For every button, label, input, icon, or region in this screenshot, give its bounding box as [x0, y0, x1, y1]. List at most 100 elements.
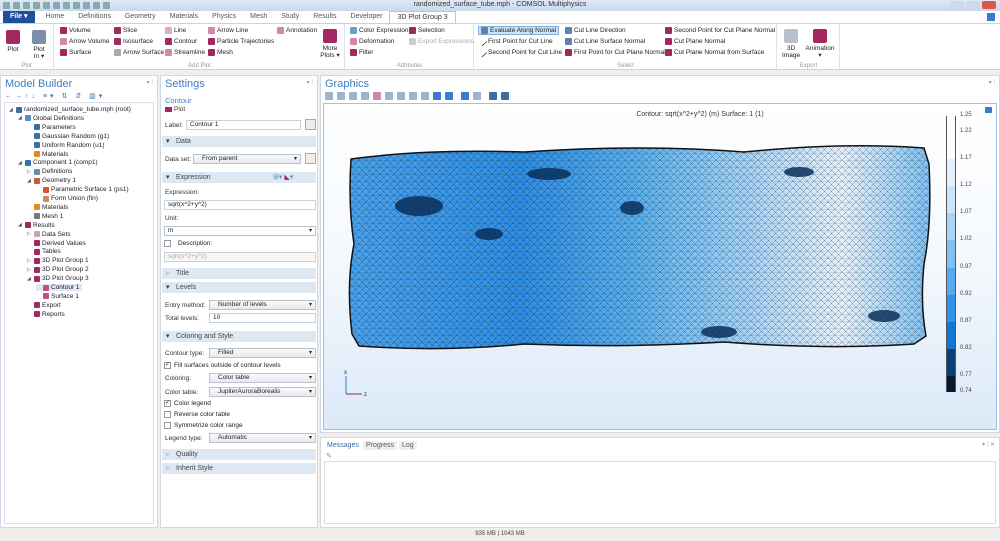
tab-home[interactable]: Home — [39, 11, 72, 23]
tree-node[interactable]: ◢ randomized_surface_tube.mph (root) — [9, 106, 131, 113]
graphics-canvas[interactable]: Contour: sqrt(x^2+y^2) (m) Surface: 1 (1… — [323, 103, 997, 430]
total-levels-input[interactable]: 10 — [209, 313, 316, 323]
legend-type-select[interactable]: Automatic — [209, 433, 316, 443]
camera-icon[interactable] — [489, 92, 497, 100]
animation-button[interactable]: Animation ▾ — [805, 29, 835, 59]
cut-plane-normal-button[interactable]: Cut Plane Normal — [665, 38, 725, 45]
first-point-cut-plane-normal-button[interactable]: First Point for Cut Plane Normal — [565, 49, 666, 56]
cut-line-surface-normal-button[interactable]: Cut Line Surface Normal — [565, 38, 645, 45]
contour-type-select[interactable]: Filled — [209, 348, 316, 358]
tree-node[interactable]: ◢ Results — [18, 222, 55, 229]
pin-icon[interactable]: ▾ ⁞ — [147, 79, 153, 86]
tab-mesh[interactable]: Mesh — [243, 11, 274, 23]
arrow-surface-button[interactable]: Arrow Surface — [114, 49, 164, 56]
entry-method-select[interactable]: Number of levels — [209, 300, 316, 310]
tree-toolbar[interactable]: ←→↑↓ ≡▾ ⇅ ⇵ ▥▾ — [5, 92, 105, 100]
tree-node[interactable]: Tables — [27, 248, 61, 255]
zoom-extents-icon[interactable] — [361, 92, 369, 100]
tree-node[interactable]: Gaussian Random (g1) — [27, 133, 109, 140]
tree-node[interactable]: Parametric Surface 1 (ps1) — [36, 186, 129, 193]
tab-materials[interactable]: Materials — [163, 11, 205, 23]
arrow-volume-button[interactable]: Arrow Volume — [60, 38, 109, 45]
pin-icon[interactable]: ▾ ⁞ ✕ — [982, 441, 995, 448]
tab-definitions[interactable]: Definitions — [71, 11, 118, 23]
tab-progress[interactable]: Progress — [363, 441, 398, 450]
unit-select[interactable]: m — [164, 226, 316, 236]
section-levels[interactable]: Levels — [162, 282, 316, 293]
view-xy-icon[interactable] — [385, 92, 393, 100]
tree-node[interactable]: Uniform Random (u1) — [27, 142, 105, 149]
volume-button[interactable]: Volume — [60, 27, 91, 34]
color-table-select[interactable]: JupiterAuroraBorealis — [209, 387, 316, 397]
tree-node[interactable]: Surface 1 — [36, 293, 79, 300]
tree-node[interactable]: Export — [27, 302, 61, 309]
coloring-select[interactable]: Color table — [209, 373, 316, 383]
particle-trajectories-button[interactable]: Particle Trajectories — [208, 38, 274, 45]
second-point-cut-plane-normal-button[interactable]: Second Point for Cut Plane Normal — [665, 27, 775, 34]
views-icon[interactable] — [373, 92, 381, 100]
description-input[interactable]: sqrt(x^2+y^2) — [164, 252, 316, 262]
plot-button[interactable]: Plot — [6, 30, 20, 53]
fill-outside-checkbox[interactable]: ✓ Fill surfaces outside of contour levels — [164, 362, 281, 369]
help-icon[interactable] — [987, 13, 995, 21]
plot-link[interactable]: Plot — [165, 106, 185, 113]
transparency-icon[interactable] — [473, 92, 481, 100]
go-to-source-icon[interactable] — [305, 153, 316, 164]
tree-node[interactable]: ◢ 3D Plot Group 3 — [27, 275, 89, 282]
second-point-cut-line-button[interactable]: Second Point for Cut Line — [477, 47, 562, 58]
tab-geometry[interactable]: Geometry — [118, 11, 163, 23]
section-inherit-style[interactable]: Inherit Style — [162, 463, 316, 474]
deformation-button[interactable]: Deformation — [350, 38, 394, 45]
evaluate-along-normal-button[interactable]: Evaluate Along Normal — [478, 26, 560, 35]
first-point-cut-line-button[interactable]: First Point for Cut Line — [477, 36, 553, 47]
close-button[interactable] — [982, 1, 996, 9]
tree-node[interactable]: Form Union (fin) — [36, 195, 98, 202]
tree-node[interactable]: Materials — [27, 151, 68, 158]
export-expressions-button[interactable]: Export Expressions — [409, 38, 474, 45]
plot-in-button[interactable]: Plot In ▾ — [30, 30, 48, 60]
show-legend-icon[interactable] — [445, 92, 453, 100]
maximize-button[interactable] — [966, 1, 980, 9]
selection-button[interactable]: Selection — [409, 27, 445, 34]
expression-input[interactable]: sqrt(x^2+y^2) — [164, 200, 316, 210]
color-legend-checkbox[interactable]: ✓ Color legend — [164, 400, 211, 407]
tree-node[interactable]: Derived Values — [27, 240, 86, 247]
streamline-button[interactable]: Streamline — [165, 49, 205, 56]
arrow-line-button[interactable]: Arrow Line — [208, 27, 248, 34]
mesh-button[interactable]: Mesh — [208, 49, 233, 56]
tree-node[interactable]: ▷ 3D Plot Group 2 — [27, 266, 89, 273]
expand-arrow-icon[interactable]: ◢ — [18, 115, 23, 121]
slice-button[interactable]: Slice — [114, 27, 137, 34]
expand-arrow-icon[interactable]: ◢ — [18, 222, 23, 228]
cut-line-direction-button[interactable]: Cut Line Direction — [565, 27, 626, 34]
expand-arrow-icon[interactable]: ▷ — [27, 231, 32, 237]
tab-results[interactable]: Results — [306, 11, 343, 23]
expand-arrow-icon[interactable]: ◢ — [27, 178, 32, 184]
contour-button[interactable]: Contour — [165, 38, 197, 45]
symmetrize-color-range-checkbox[interactable]: Symmetrize color range — [164, 422, 243, 429]
annotation-button[interactable]: Annotation — [277, 27, 317, 34]
tab-log[interactable]: Log — [399, 441, 417, 450]
tree-node[interactable]: Materials — [27, 204, 68, 211]
data-set-select[interactable]: From parent — [193, 154, 301, 164]
zoom-box-icon[interactable] — [349, 92, 357, 100]
pin-icon[interactable]: ▾ ⁞ — [307, 79, 313, 86]
expand-arrow-icon[interactable]: ◢ — [9, 107, 14, 113]
tree-node[interactable]: ▷ Data Sets — [27, 231, 71, 238]
tab-file[interactable]: File ▾ — [3, 11, 35, 23]
reverse-color-table-checkbox[interactable]: Reverse color table — [164, 411, 230, 418]
expand-arrow-icon[interactable]: ▷ — [27, 258, 32, 264]
scene-light-icon[interactable] — [461, 92, 469, 100]
label-input[interactable]: Contour 1 — [186, 120, 301, 130]
expand-arrow-icon[interactable]: ▷ — [27, 267, 32, 273]
show-grid-icon[interactable] — [433, 92, 441, 100]
tree-node[interactable]: Parameters — [27, 124, 76, 131]
tab-messages[interactable]: Messages — [324, 441, 362, 450]
expand-arrow-icon[interactable]: ◢ — [27, 276, 32, 282]
more-plots-button[interactable]: More Plots ▾ — [319, 29, 341, 59]
section-data[interactable]: Data — [162, 136, 316, 147]
pin-icon[interactable]: ▾ ⁞ — [989, 79, 995, 86]
description-checkbox[interactable]: Description: — [164, 240, 212, 247]
tree-node[interactable]: ▷ Definitions — [27, 168, 72, 175]
zoom-out-icon[interactable] — [337, 92, 345, 100]
